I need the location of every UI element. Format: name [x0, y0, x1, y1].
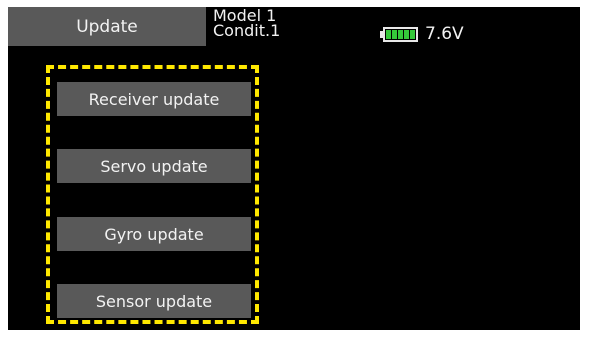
- servo-update-label: Servo update: [100, 156, 208, 176]
- sensor-update-button[interactable]: Sensor update: [57, 284, 251, 318]
- page: Update Model 1 Condit.1 7.6V Receiver up…: [0, 0, 589, 338]
- gyro-update-button[interactable]: Gyro update: [57, 217, 251, 251]
- transmitter-screen: Update Model 1 Condit.1 7.6V Receiver up…: [8, 7, 580, 330]
- servo-update-button[interactable]: Servo update: [57, 149, 251, 183]
- receiver-update-label: Receiver update: [88, 89, 220, 109]
- battery-cell: [386, 29, 391, 39]
- battery-cell: [404, 29, 409, 39]
- battery-cell: [392, 29, 397, 39]
- battery-status: 7.6V: [380, 24, 464, 44]
- screen-title: Update: [76, 16, 138, 37]
- battery-full-icon: [380, 26, 420, 42]
- gyro-update-label: Gyro update: [104, 224, 204, 244]
- battery-body: [383, 26, 418, 42]
- battery-cell: [410, 29, 415, 39]
- model-info: Model 1 Condit.1: [213, 8, 281, 40]
- update-title-tab[interactable]: Update: [8, 7, 206, 46]
- battery-cell: [398, 29, 403, 39]
- condition-name: Condit.1: [213, 21, 281, 40]
- battery-voltage: 7.6V: [425, 24, 464, 44]
- sensor-update-label: Sensor update: [95, 291, 213, 311]
- receiver-update-button[interactable]: Receiver update: [57, 82, 251, 116]
